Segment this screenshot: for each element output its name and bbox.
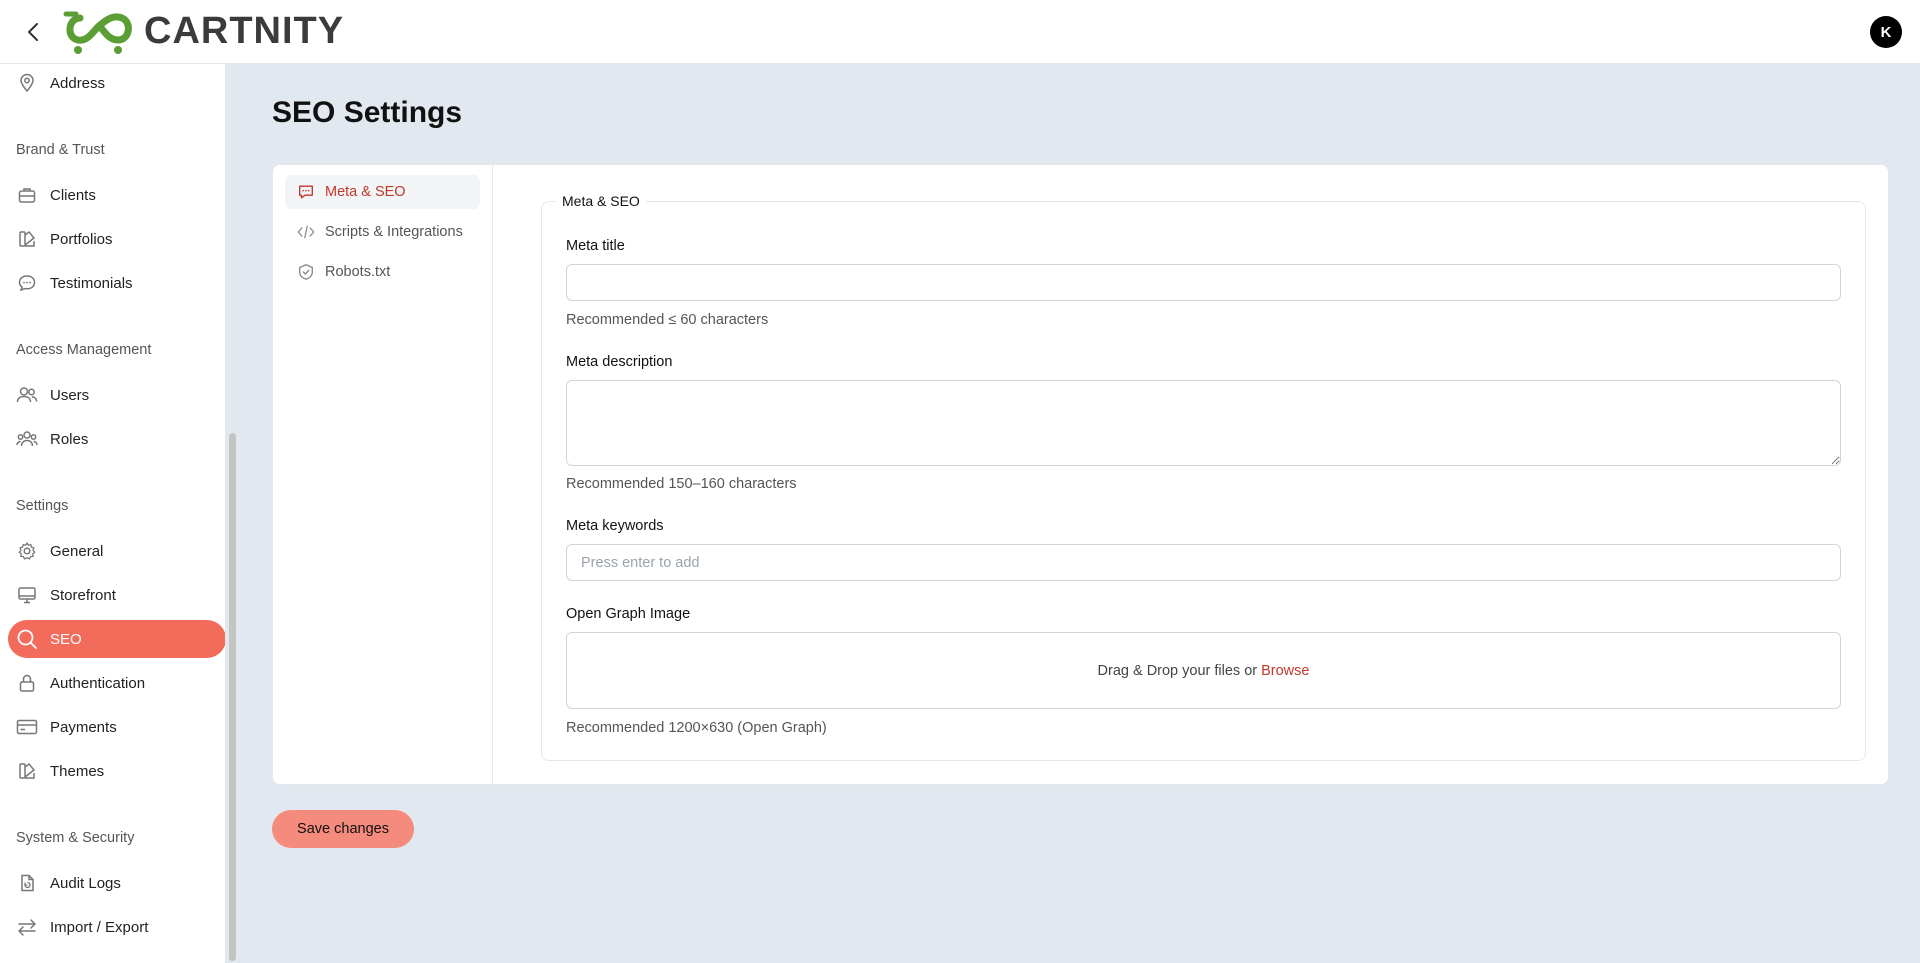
meta-description-hint: Recommended 150–160 characters (566, 476, 797, 492)
meta-keywords-input[interactable] (566, 544, 1841, 581)
sidebar-item-label: Testimonials (50, 274, 133, 292)
sidebar-item-general[interactable]: General (8, 532, 225, 570)
sidebar-item-label: Users (50, 386, 90, 404)
sidebar-item-label: Clients (50, 186, 96, 204)
swatch-icon (16, 228, 38, 250)
tab-label: Meta & SEO (325, 184, 406, 200)
sidebar-item-portfolios[interactable]: Portfolios (8, 220, 225, 258)
logo[interactable]: CARTNITY (60, 8, 344, 56)
sidebar-item-address[interactable]: Address (8, 64, 225, 102)
map-pin-icon (16, 72, 38, 94)
fieldset-legend: Meta & SEO (556, 193, 646, 209)
sidebar-section-system-security: System & Security (16, 830, 135, 846)
lock-icon (16, 672, 38, 694)
cartnity-logo-icon (63, 11, 132, 54)
tab-label: Scripts & Integrations (325, 224, 463, 240)
chat-icon (297, 183, 315, 201)
brand-name: CARTNITY (144, 10, 345, 52)
sidebar-item-seo[interactable]: SEO (8, 620, 225, 658)
meta-keywords-label: Meta keywords (566, 518, 664, 534)
tab-scripts-integrations[interactable]: Scripts & Integrations (285, 215, 480, 249)
tab-meta-seo[interactable]: Meta & SEO (285, 175, 480, 209)
search-icon (16, 628, 38, 650)
sidebar-item-label: SEO (50, 630, 82, 648)
sidebar-item-label: Address (50, 74, 106, 92)
tab-label: Robots.txt (325, 264, 391, 280)
og-image-label: Open Graph Image (566, 606, 691, 622)
browse-link[interactable]: Browse (1261, 663, 1309, 679)
sidebar-item-import-export[interactable]: Import / Export (8, 908, 225, 946)
meta-description-textarea[interactable] (566, 380, 1841, 466)
top-bar: CARTNITY K (0, 0, 1920, 64)
sidebar-item-testimonials[interactable]: Testimonials (8, 264, 225, 302)
dropzone-text: Drag & Drop your files or (1097, 662, 1258, 679)
sidebar-item-label: Storefront (50, 586, 116, 604)
back-button[interactable] (20, 19, 46, 45)
sidebar-item-clients[interactable]: Clients (8, 176, 225, 214)
sidebar-section-settings: Settings (16, 498, 69, 514)
sidebar-item-label: Audit Logs (50, 874, 121, 892)
sidebar-item-storefront[interactable]: Storefront (8, 576, 225, 614)
sidebar-item-roles[interactable]: Roles (8, 420, 225, 458)
meta-title-label: Meta title (566, 238, 625, 254)
sidebar-item-label: General (50, 542, 104, 560)
sidebar-section-access-management: Access Management (16, 342, 152, 358)
save-changes-button[interactable]: Save changes (272, 810, 414, 848)
credit-card-icon (16, 716, 38, 738)
user-group-icon (16, 428, 38, 450)
chevron-left-icon (28, 22, 38, 41)
chat-icon (16, 272, 38, 294)
sidebar-item-label: Portfolios (50, 230, 113, 248)
sidebar-item-label: Themes (50, 762, 105, 780)
sidebar-item-payments[interactable]: Payments (8, 708, 225, 746)
sidebar-section-brand-trust: Brand & Trust (16, 142, 105, 158)
gear-icon (16, 540, 38, 562)
arrows-exchange-icon (16, 916, 38, 938)
code-icon (297, 223, 315, 241)
og-image-dropzone[interactable]: Drag & Drop your files or Browse (566, 632, 1841, 709)
log-icon (16, 872, 38, 894)
sidebar-item-label: Roles (50, 430, 89, 448)
settings-card: Meta & SEO Scripts & Integrations Robots… (272, 164, 1889, 785)
og-image-hint: Recommended 1200×630 (Open Graph) (566, 720, 827, 736)
sidebar: Address Brand & Trust Clients Portfolios… (0, 64, 226, 963)
sidebar-item-users[interactable]: Users (8, 376, 225, 414)
settings-tabs: Meta & SEO Scripts & Integrations Robots… (273, 165, 493, 784)
meta-title-hint: Recommended ≤ 60 characters (566, 312, 769, 328)
sidebar-item-audit-logs[interactable]: Audit Logs (8, 864, 225, 902)
sidebar-item-authentication[interactable]: Authentication (8, 664, 225, 702)
meta-description-label: Meta description (566, 354, 673, 370)
sidebar-item-themes[interactable]: Themes (8, 752, 225, 790)
users-icon (16, 384, 38, 406)
swatch-icon (16, 760, 38, 782)
briefcase-icon (16, 184, 38, 206)
page-title: SEO Settings (272, 96, 463, 129)
avatar[interactable]: K (1870, 16, 1902, 48)
sidebar-item-label: Authentication (50, 674, 146, 692)
shield-icon (297, 263, 315, 281)
monitor-icon (16, 584, 38, 606)
sidebar-item-label: Payments (50, 718, 117, 736)
tab-robots-txt[interactable]: Robots.txt (285, 255, 480, 289)
meta-seo-fieldset: Meta & SEO Meta title Recommended ≤ 60 c… (541, 193, 1866, 761)
sidebar-scrollbar[interactable] (229, 433, 236, 961)
sidebar-item-label: Import / Export (50, 918, 149, 936)
meta-title-input[interactable] (566, 264, 1841, 301)
